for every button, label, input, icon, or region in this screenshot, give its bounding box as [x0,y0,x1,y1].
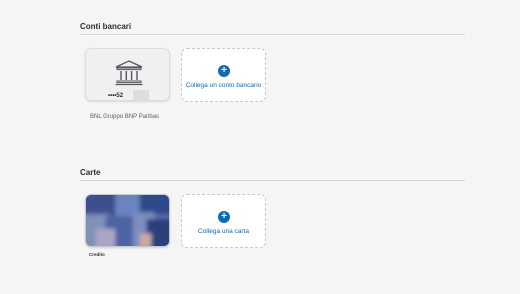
cards-title: Carte [80,168,101,177]
link-bank-account-label: Collega un conto bancario [185,82,262,89]
card-artwork-image [86,195,169,246]
bank-name-label: BNL Gruppo BNP Paribas [90,114,160,120]
plus-icon: + [218,211,230,223]
plus-icon: + [218,65,230,77]
bank-account-tile[interactable]: ••••52 [85,48,170,101]
bank-accounts-divider [80,34,465,35]
account-masked-number: ••••52 [108,93,124,99]
credit-card-tile[interactable] [85,194,170,247]
cards-divider [80,180,465,181]
link-card-label: Collega una carta [198,228,249,235]
card-type-label: Credito [89,252,105,257]
link-card-button[interactable]: + Collega una carta [181,194,266,248]
bank-accounts-title: Conti bancari [80,22,132,31]
bank-icon [115,60,143,86]
link-bank-account-button[interactable]: + Collega un conto bancario [181,48,266,102]
